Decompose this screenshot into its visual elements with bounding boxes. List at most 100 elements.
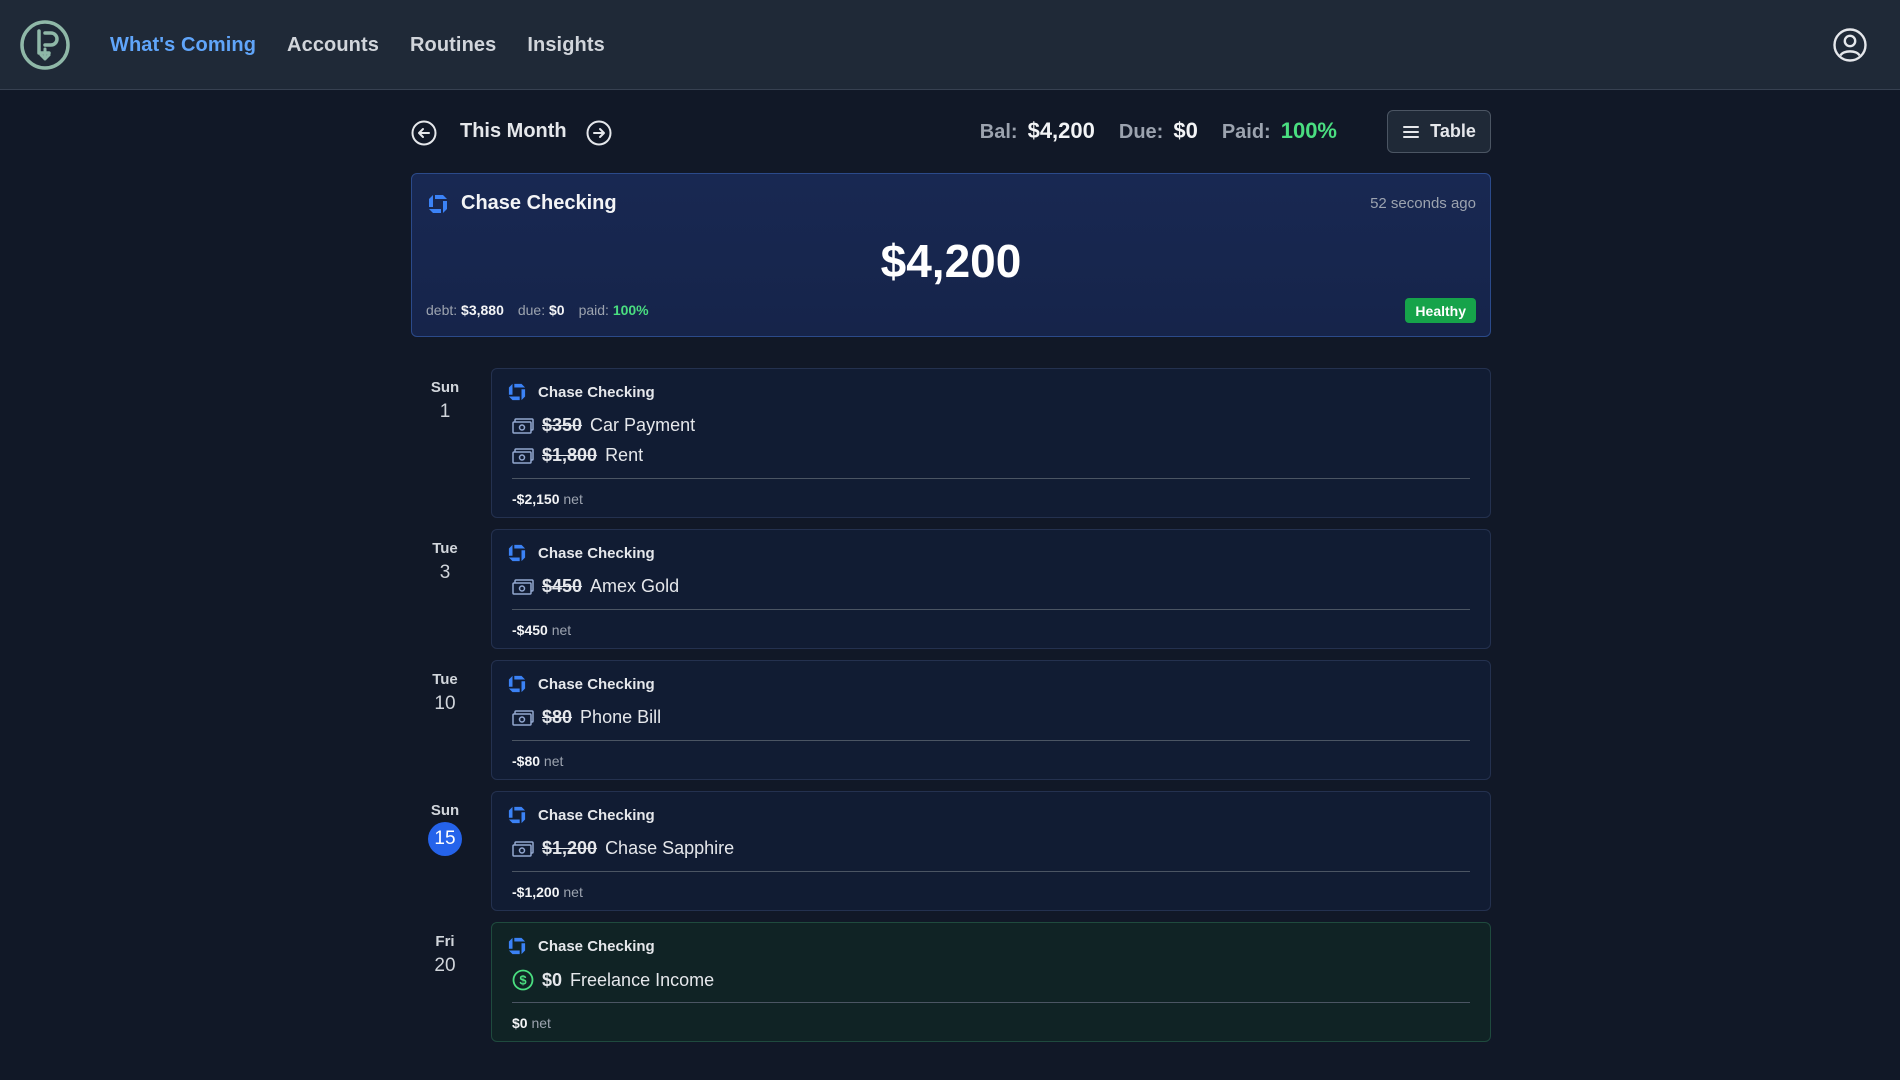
event-account-name: Chase Checking xyxy=(538,806,655,824)
paid-label: Paid: xyxy=(1221,121,1271,143)
list-item[interactable]: $450 Amex Gold xyxy=(512,576,679,597)
day-number: 1 xyxy=(439,401,451,422)
net-label: net xyxy=(551,622,572,638)
list-item[interactable]: $1,200 Chase Sapphire xyxy=(512,838,734,859)
day-number: 3 xyxy=(439,562,451,583)
day-label: Tue 10 xyxy=(415,671,475,715)
app-logo[interactable] xyxy=(19,19,71,71)
net-amount: -$1,200 xyxy=(512,884,560,900)
net-total: -$2,150 net xyxy=(512,491,583,507)
event-account-name: Chase Checking xyxy=(538,544,655,562)
cash-icon xyxy=(512,709,534,726)
net-amount: -$450 xyxy=(512,622,548,638)
day-of-week: Fri xyxy=(435,933,455,950)
table-view-button[interactable]: Table xyxy=(1387,110,1491,153)
list-item[interactable]: $1,800 Rent xyxy=(512,445,643,466)
chase-logo-icon xyxy=(429,195,447,213)
day-label: Fri 20 xyxy=(415,933,475,977)
list-item[interactable]: $80 Phone Bill xyxy=(512,707,661,728)
item-name: Amex Gold xyxy=(590,576,680,596)
net-amount: -$80 xyxy=(512,753,541,769)
day-number: 10 xyxy=(434,693,456,714)
month-title: This Month xyxy=(460,120,567,142)
net-label: net xyxy=(563,884,583,900)
dollar-circle-icon: $ xyxy=(512,969,534,991)
day-event-card[interactable]: Chase Checking $80 Phone Bill -$80 net xyxy=(491,660,1491,780)
month-stats: Bal: $4,200 Due: $0 Paid: 100% xyxy=(980,118,1361,144)
divider xyxy=(512,871,1470,872)
net-amount: $0 xyxy=(512,1015,528,1031)
day-of-week: Sun xyxy=(430,802,460,819)
item-name: Phone Bill xyxy=(580,707,662,727)
nav-routines[interactable]: Routines xyxy=(410,34,496,57)
event-account-name: Chase Checking xyxy=(538,675,655,693)
nav-accounts[interactable]: Accounts xyxy=(287,34,379,57)
divider xyxy=(512,740,1470,741)
previous-month-button[interactable] xyxy=(411,120,437,146)
debt-label: debt: xyxy=(426,302,458,318)
event-account-header: Chase Checking xyxy=(508,937,655,955)
cash-icon xyxy=(512,447,534,464)
last-updated: 52 seconds ago xyxy=(1370,195,1476,212)
paid-label: paid: xyxy=(578,302,609,318)
main-nav: What's Coming Accounts Routines Insights xyxy=(110,0,605,90)
chase-logo-icon xyxy=(508,383,526,401)
day-number: 20 xyxy=(434,955,456,976)
svg-text:$: $ xyxy=(519,973,527,988)
paid-value: 100% xyxy=(1280,118,1337,143)
day-event-card[interactable]: Chase Checking $1,200 Chase Sapphire -$1… xyxy=(491,791,1491,911)
event-account-header: Chase Checking xyxy=(508,383,655,401)
net-label: net xyxy=(543,753,564,769)
list-item[interactable]: $ $0 Freelance Income xyxy=(512,969,714,991)
cash-icon xyxy=(512,417,534,434)
due-label: due: xyxy=(517,302,546,318)
today-day-number: 15 xyxy=(428,822,462,856)
balance-label: Bal: xyxy=(979,121,1018,143)
chase-logo-icon xyxy=(508,544,526,562)
divider xyxy=(512,478,1470,479)
user-profile-icon[interactable] xyxy=(1832,27,1868,63)
net-amount: -$2,150 xyxy=(512,491,560,507)
account-balance: $4,200 xyxy=(880,235,1022,287)
cash-icon xyxy=(512,578,534,595)
item-name: Car Payment xyxy=(590,415,696,435)
day-of-week: Sun xyxy=(430,379,460,396)
event-account-name: Chase Checking xyxy=(538,937,655,955)
chase-logo-icon xyxy=(508,675,526,693)
item-amount: $450 xyxy=(542,576,583,596)
day-label: Tue 3 xyxy=(415,540,475,584)
status-badge: Healthy xyxy=(1405,298,1476,323)
item-amount: $80 xyxy=(542,707,573,727)
day-label-today: Sun 15 xyxy=(415,802,475,856)
day-event-card[interactable]: Chase Checking $450 Amex Gold -$450 net xyxy=(491,529,1491,649)
cash-icon xyxy=(512,840,534,857)
menu-lines-icon xyxy=(1403,125,1420,138)
nav-whats-coming[interactable]: What's Coming xyxy=(110,34,256,57)
day-event-card-income[interactable]: Chase Checking $ $0 Freelance Income $0 … xyxy=(491,922,1491,1042)
net-label: net xyxy=(563,491,583,507)
divider xyxy=(512,609,1470,610)
item-amount: $1,200 xyxy=(542,838,598,858)
day-event-card[interactable]: Chase Checking $350 Car Payment $1,800 R… xyxy=(491,368,1491,518)
list-item[interactable]: $350 Car Payment xyxy=(512,415,695,436)
due-value: $0 xyxy=(1173,118,1198,143)
nav-insights[interactable]: Insights xyxy=(527,34,604,57)
next-month-button[interactable] xyxy=(586,120,612,146)
table-button-label: Table xyxy=(1430,121,1476,141)
account-footer: debt: $3,880 due: $0 paid: 100% xyxy=(426,302,649,318)
item-amount: $350 xyxy=(542,415,583,435)
item-amount: $1,800 xyxy=(542,445,598,465)
balance-value: $4,200 xyxy=(1027,118,1095,143)
account-summary-card[interactable]: Chase Checking 52 seconds ago $4,200 deb… xyxy=(411,173,1491,337)
day-of-week: Tue xyxy=(432,671,458,688)
day-of-week: Tue xyxy=(432,540,458,557)
top-nav-bar: What's Coming Accounts Routines Insights xyxy=(0,0,1900,90)
chase-logo-icon xyxy=(508,937,526,955)
event-account-header: Chase Checking xyxy=(508,806,655,824)
day-label: Sun 1 xyxy=(415,379,475,423)
paid-value: 100% xyxy=(612,302,649,318)
net-total: -$450 net xyxy=(512,622,571,638)
event-account-name: Chase Checking xyxy=(538,383,655,401)
divider xyxy=(512,1002,1470,1003)
item-amount: $0 xyxy=(542,969,563,990)
